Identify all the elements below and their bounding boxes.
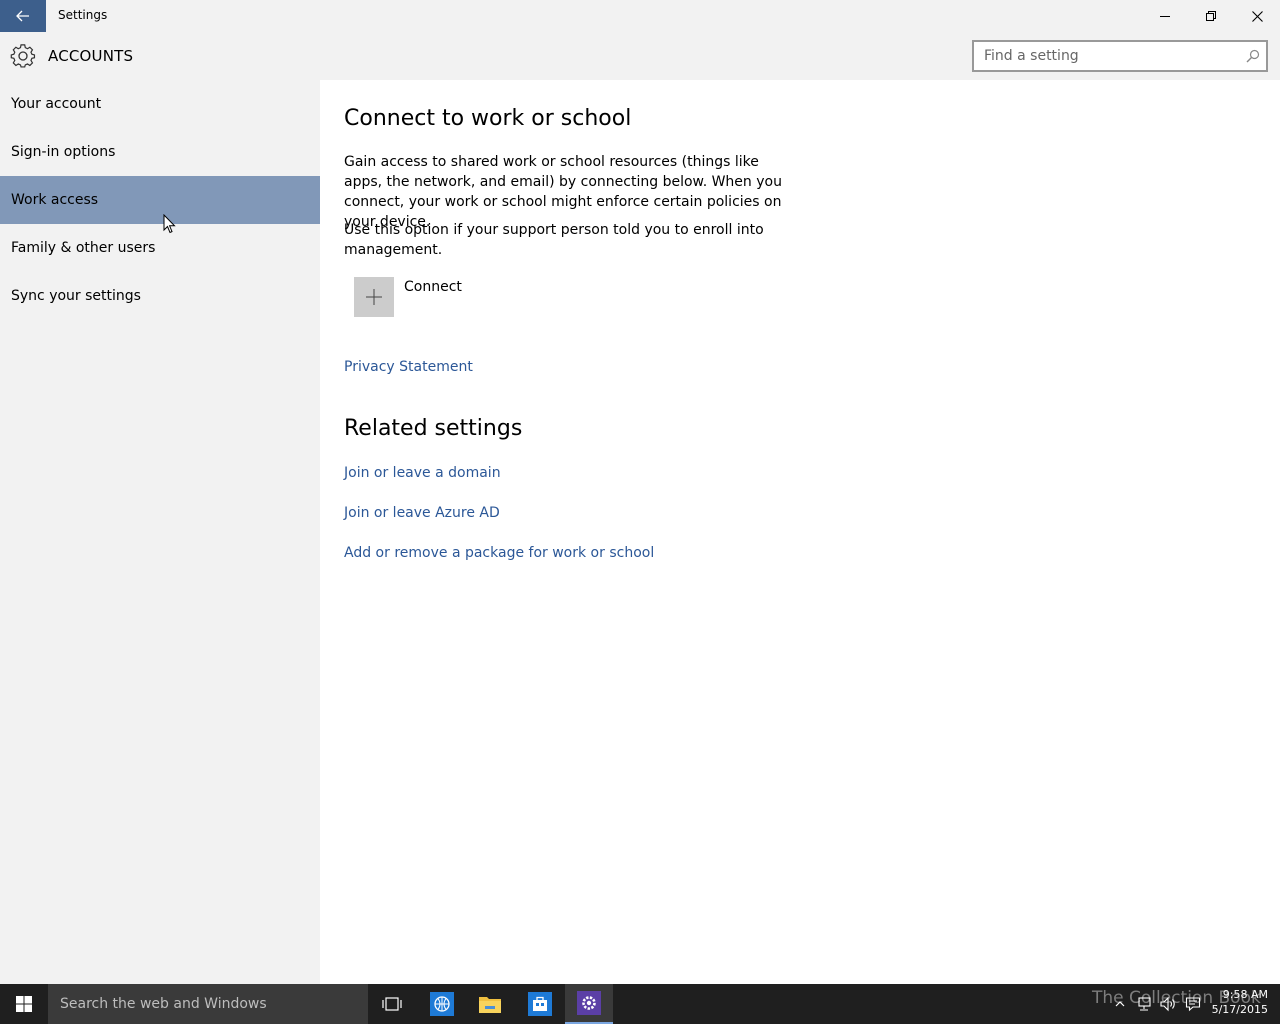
- title-bar: Settings: [0, 0, 1280, 32]
- sidebar-item-family-other-users[interactable]: Family & other users: [0, 224, 320, 272]
- action-center-button[interactable]: [1181, 984, 1205, 1024]
- taskbar-search-box[interactable]: Search the web and Windows: [48, 984, 368, 1024]
- taskbar-file-explorer-button[interactable]: [466, 984, 514, 1024]
- taskbar-clock[interactable]: 9:58 AM 5/17/2015: [1208, 987, 1268, 1017]
- minimize-icon: [1159, 15, 1170, 17]
- connect-label[interactable]: Connect: [404, 279, 462, 295]
- store-bag-icon: [528, 992, 552, 1016]
- page-title: Connect to work or school: [344, 106, 632, 131]
- close-button[interactable]: [1234, 0, 1280, 32]
- sidebar: Your account Sign-in options Work access…: [0, 80, 320, 984]
- notification-icon: [1185, 997, 1201, 1012]
- mouse-cursor-icon: [163, 214, 176, 234]
- sidebar-item-your-account[interactable]: Your account: [0, 80, 320, 128]
- related-settings-title: Related settings: [344, 416, 523, 441]
- sidebar-item-work-access[interactable]: Work access: [0, 176, 320, 224]
- task-view-button[interactable]: [368, 984, 416, 1024]
- windows-logo-icon: [16, 996, 32, 1012]
- taskbar-search-text: Search the web and Windows: [60, 996, 267, 1012]
- taskbar-settings-button[interactable]: [565, 984, 613, 1024]
- network-icon: [1138, 997, 1151, 1011]
- chevron-up-icon: [1115, 1001, 1125, 1007]
- clock-time: 9:58 AM: [1222, 988, 1268, 1001]
- plus-icon: [366, 289, 382, 305]
- sidebar-item-sign-in-options[interactable]: Sign-in options: [0, 128, 320, 176]
- add-package-link[interactable]: Add or remove a package for work or scho…: [344, 545, 654, 561]
- settings-header: ACCOUNTS: [0, 32, 1280, 80]
- restore-button[interactable]: [1188, 0, 1234, 32]
- back-arrow-icon: [16, 10, 29, 22]
- sidebar-item-label: Sign-in options: [11, 144, 116, 160]
- globe-icon: [430, 992, 454, 1016]
- enroll-text: Use this option if your support person t…: [344, 222, 764, 258]
- minimize-button[interactable]: [1142, 0, 1188, 32]
- start-button[interactable]: [0, 984, 48, 1024]
- search-box[interactable]: [972, 40, 1268, 72]
- sidebar-item-label: Sync your settings: [11, 288, 141, 304]
- network-button[interactable]: [1132, 984, 1156, 1024]
- search-icon[interactable]: [1246, 49, 1260, 63]
- volume-button[interactable]: [1156, 984, 1180, 1024]
- settings-gear-icon: [577, 991, 601, 1015]
- sidebar-item-sync-settings[interactable]: Sync your settings: [0, 272, 320, 320]
- clock-date: 5/17/2015: [1211, 1003, 1268, 1016]
- search-input[interactable]: [974, 42, 1234, 70]
- privacy-statement-link[interactable]: Privacy Statement: [344, 359, 473, 375]
- restore-icon: [1205, 10, 1216, 21]
- close-icon: [1251, 10, 1263, 22]
- task-view-icon: [382, 997, 402, 1011]
- join-domain-link[interactable]: Join or leave a domain: [344, 465, 501, 481]
- section-title: ACCOUNTS: [48, 47, 134, 65]
- sidebar-item-label: Your account: [11, 96, 102, 112]
- speaker-icon: [1160, 996, 1175, 1012]
- folder-icon: [479, 997, 501, 1013]
- back-button[interactable]: [0, 0, 46, 32]
- sidebar-item-label: Work access: [11, 192, 99, 208]
- taskbar-browser-button[interactable]: [418, 984, 466, 1024]
- main-content: Connect to work or school Gain access to…: [320, 80, 1280, 984]
- sidebar-item-label: Family & other users: [11, 240, 156, 256]
- join-azure-ad-link[interactable]: Join or leave Azure AD: [344, 505, 500, 521]
- gear-icon: [10, 44, 36, 68]
- taskbar-store-button[interactable]: [516, 984, 564, 1024]
- show-hidden-icons-button[interactable]: [1112, 984, 1128, 1024]
- window-title: Settings: [58, 8, 108, 22]
- connect-button[interactable]: [354, 277, 394, 317]
- taskbar: Search the web and Windows The Collectio…: [0, 984, 1280, 1024]
